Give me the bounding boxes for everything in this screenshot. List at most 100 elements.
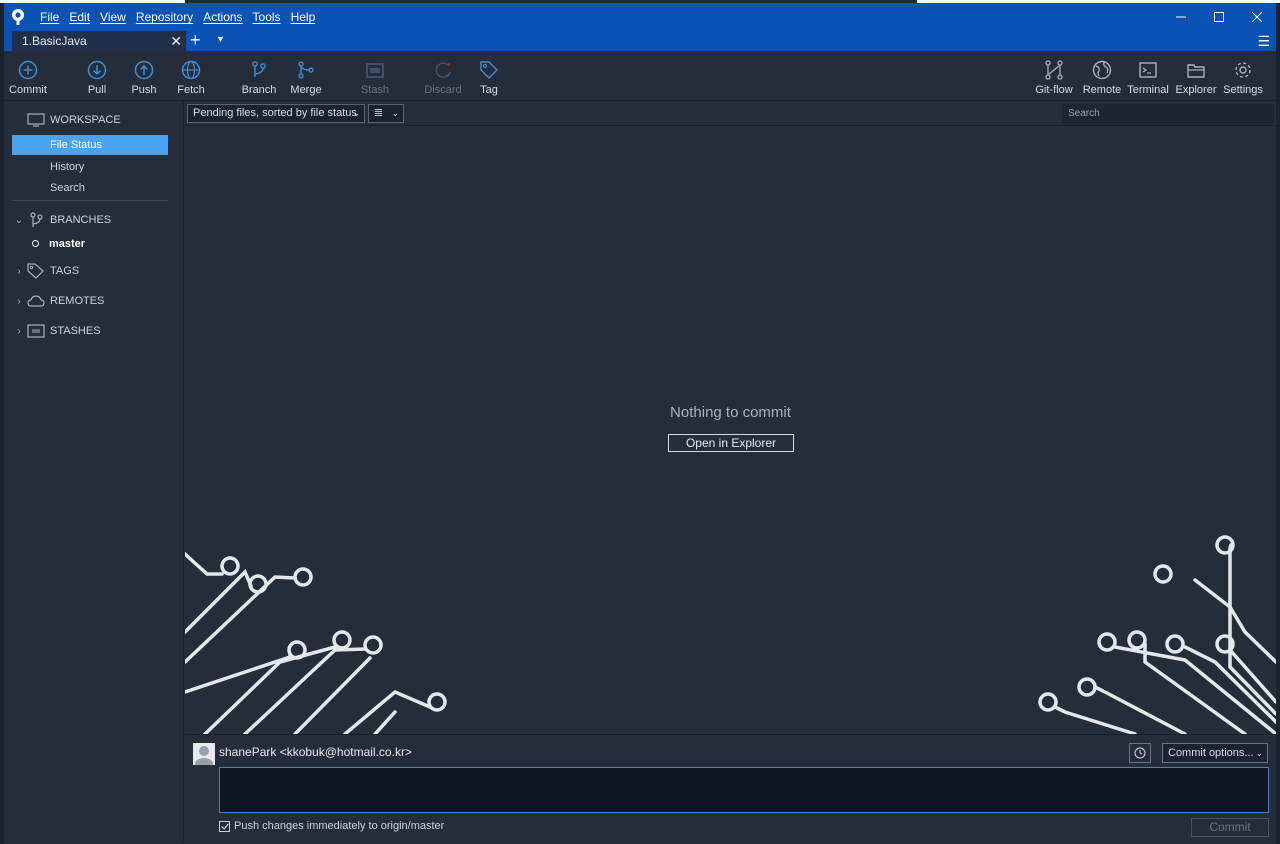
- gear-icon: [1216, 59, 1270, 81]
- push-tool-label: Push: [131, 84, 157, 96]
- pull-icon: [70, 59, 124, 81]
- chevron-right-icon: ›: [17, 325, 21, 337]
- commit-message-input[interactable]: [219, 767, 1269, 813]
- merge-tool-button[interactable]: Merge: [279, 59, 333, 96]
- hamburger-menu-icon[interactable]: ☰: [1257, 31, 1270, 51]
- menu-bar: File Edit View Repository Actions Tools …: [40, 10, 325, 24]
- monitor-icon: [26, 113, 46, 127]
- fetch-icon: [164, 59, 218, 81]
- close-button[interactable]: [1238, 3, 1276, 31]
- chevron-right-icon: ›: [17, 265, 21, 277]
- sidebar-item-file-status[interactable]: File Status: [12, 135, 168, 155]
- menu-repository[interactable]: Repository: [136, 10, 193, 24]
- tab-dropdown-icon[interactable]: ▼: [216, 34, 225, 44]
- branches-section-header[interactable]: ⌄ BRANCHES: [4, 209, 184, 231]
- chevron-down-icon: ⌄: [1255, 748, 1263, 758]
- push-icon: [117, 59, 171, 81]
- tag-tool-label: Tag: [480, 84, 498, 96]
- view-mode-dropdown[interactable]: ≣ ⌄: [368, 104, 404, 123]
- sidebar-item-history[interactable]: History: [12, 157, 168, 177]
- tag-tool-button[interactable]: Tag: [462, 59, 516, 96]
- remotes-label: REMOTES: [50, 295, 105, 307]
- stash-tool-label: Stash: [360, 84, 390, 96]
- stash-icon: [26, 324, 46, 338]
- commit-options-label: Commit options...: [1168, 747, 1254, 759]
- author-label: shanePark <kkobuk@hotmail.co.kr>: [219, 745, 412, 759]
- menu-tools[interactable]: Tools: [253, 10, 281, 24]
- sidebar-item-search[interactable]: Search: [12, 178, 168, 198]
- commit-panel: shanePark <kkobuk@hotmail.co.kr> Commit …: [185, 734, 1276, 842]
- workspace-label: WORKSPACE: [50, 114, 121, 126]
- explorer-tool-label: Explorer: [1175, 84, 1217, 96]
- tag-icon: [462, 59, 516, 81]
- sidebar-divider: [12, 200, 168, 201]
- merge-icon: [279, 59, 333, 81]
- remotes-section-header[interactable]: › REMOTES: [4, 290, 184, 312]
- commit-tool-label: Commit: [9, 84, 47, 96]
- push-tool-button[interactable]: Push: [117, 59, 171, 96]
- window-controls: [1162, 3, 1276, 31]
- gitflow-tool-button[interactable]: Git-flow: [1027, 59, 1081, 96]
- branch-icon: [232, 59, 286, 81]
- tab-bar: 1.BasicJava ✕ + ▼ ☰: [4, 31, 1276, 51]
- empty-state-message: Nothing to commit: [670, 404, 791, 421]
- sort-dropdown[interactable]: Pending files, sorted by file status ⌄: [187, 104, 365, 123]
- tags-section-header[interactable]: › TAGS: [4, 260, 184, 282]
- tags-label: TAGS: [50, 265, 80, 277]
- menu-edit[interactable]: Edit: [69, 10, 90, 24]
- folder-icon: [1169, 59, 1223, 81]
- commit-options-dropdown[interactable]: Commit options... ⌄: [1162, 743, 1268, 763]
- chevron-down-icon: ⌄: [352, 108, 360, 118]
- commit-icon: [1, 59, 55, 81]
- stash-tool-button[interactable]: Stash: [348, 59, 402, 96]
- terminal-tool-button[interactable]: Terminal: [1121, 59, 1175, 96]
- branch-name: master: [49, 238, 86, 250]
- pull-tool-button[interactable]: Pull: [70, 59, 124, 96]
- maximize-button[interactable]: [1200, 3, 1238, 31]
- fetch-tool-button[interactable]: Fetch: [164, 59, 218, 96]
- sidebar: WORKSPACE File Status History Search ⌄ B…: [4, 102, 184, 842]
- menu-actions[interactable]: Actions: [203, 10, 242, 24]
- commit-tool-button[interactable]: Commit: [1, 59, 55, 96]
- commit-button[interactable]: Commit: [1191, 818, 1269, 837]
- gitflow-icon: [1027, 59, 1081, 81]
- branch-icon: [26, 212, 46, 228]
- cloud-icon: [26, 295, 46, 307]
- open-in-explorer-button[interactable]: Open in Explorer: [668, 434, 794, 452]
- file-status-panel: Pending files, sorted by file status ⌄ ≣ ⌄…: [185, 102, 1276, 734]
- branch-tool-label: Branch: [241, 84, 277, 96]
- current-branch-icon: [32, 239, 39, 247]
- chevron-down-icon: ⌄: [391, 108, 399, 118]
- gitflow-tool-label: Git-flow: [1035, 84, 1073, 96]
- stashes-section-header[interactable]: › STASHES: [4, 320, 184, 342]
- tab-repository[interactable]: 1.BasicJava ✕: [12, 31, 186, 51]
- search-input[interactable]: Search: [1062, 104, 1274, 124]
- avatar: [193, 743, 215, 765]
- branches-label: BRANCHES: [50, 214, 112, 226]
- workspace-section-header[interactable]: WORKSPACE: [4, 109, 184, 131]
- settings-tool-label: Settings: [1223, 84, 1263, 96]
- file-filter-bar: Pending files, sorted by file status ⌄ ≣ ⌄…: [185, 102, 1276, 126]
- sort-dropdown-label: Pending files, sorted by file status: [193, 107, 357, 119]
- tab-close-icon[interactable]: ✕: [170, 31, 182, 51]
- sourcetree-logo-icon: [4, 3, 32, 31]
- tab-label: 1.BasicJava: [22, 34, 87, 48]
- fetch-tool-label: Fetch: [177, 84, 205, 96]
- pull-tool-label: Pull: [87, 84, 107, 96]
- settings-tool-button[interactable]: Settings: [1216, 59, 1270, 96]
- branch-tool-button[interactable]: Branch: [232, 59, 286, 96]
- list-view-icon: ≣: [374, 107, 384, 119]
- checkbox-checked-icon[interactable]: [219, 820, 230, 832]
- title-bar: File Edit View Repository Actions Tools …: [4, 3, 1276, 31]
- branch-item-master[interactable]: master: [32, 235, 85, 253]
- menu-help[interactable]: Help: [291, 10, 316, 24]
- minimize-button[interactable]: [1162, 3, 1200, 31]
- explorer-tool-button[interactable]: Explorer: [1169, 59, 1223, 96]
- add-tab-icon[interactable]: +: [190, 31, 201, 50]
- push-immediately-checkbox[interactable]: Push changes immediately to origin/maste…: [219, 820, 444, 832]
- chevron-right-icon: ›: [17, 295, 21, 307]
- merge-tool-label: Merge: [290, 84, 322, 96]
- menu-file[interactable]: File: [40, 10, 59, 24]
- menu-view[interactable]: View: [100, 10, 126, 24]
- clock-icon[interactable]: [1129, 743, 1151, 763]
